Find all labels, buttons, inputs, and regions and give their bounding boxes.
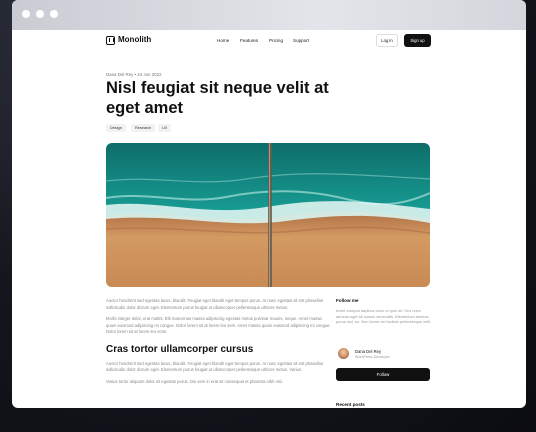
article-subheading: Cras tortor ullamcorper cursus [106,343,254,355]
article-title: Nisl feugiat sit neque velit at eget ame… [106,79,329,117]
nav-link-features[interactable]: Features [240,38,258,43]
nav-link-home[interactable]: Home [217,38,229,43]
article-paragraph: Auctor hendrerit sed egestas lacus, blan… [106,298,324,310]
tag-research[interactable]: Research [131,124,156,132]
recent-posts-heading: Recent posts [336,402,365,407]
tag-ux[interactable]: UX [158,124,172,132]
article-paragraph: Auctor hendrerit sed egestas lacus, blan… [106,360,324,373]
follow-description: Amet volutpat dapibus dolor ut quis mi. … [336,308,432,325]
signup-button[interactable]: Sign up [404,34,431,47]
browser-window: Monolith Home Features Pricing Support L… [12,0,526,408]
author-role: WordPress Developer [355,355,391,359]
window-close-dot[interactable] [22,10,30,18]
nav-link-pricing[interactable]: Pricing [269,38,283,43]
top-navigation: Monolith Home Features Pricing Support L… [12,30,526,54]
nav-link-support[interactable]: Support [293,38,309,43]
article-paragraph: Varius tortor aliquam dolor sit egestas … [106,378,284,384]
author-name[interactable]: Dana Del Rey [355,349,381,354]
browser-chrome [12,0,526,30]
window-minimize-dot[interactable] [36,10,44,18]
follow-heading: Follow me [336,298,359,303]
article-body: Auctor hendrerit sed egestas lacus, blan… [106,298,332,385]
author-avatar[interactable] [338,348,349,359]
window-maximize-dot[interactable] [50,10,58,18]
tag-design[interactable]: Design [106,124,126,132]
article-paragraph: Morbi integer dolor, erat mattis. Elit m… [106,316,331,334]
brand-name[interactable]: Monolith [118,35,151,44]
login-button[interactable]: Log in [376,34,398,47]
hero-image [106,143,430,287]
sidebar: Follow me Amet volutpat dapibus dolor ut… [336,298,432,325]
follow-button[interactable]: Follow [336,368,430,381]
article-meta: Dana Del Rey • 24 Jun 2022 [106,72,162,77]
logo-icon[interactable] [106,36,115,45]
